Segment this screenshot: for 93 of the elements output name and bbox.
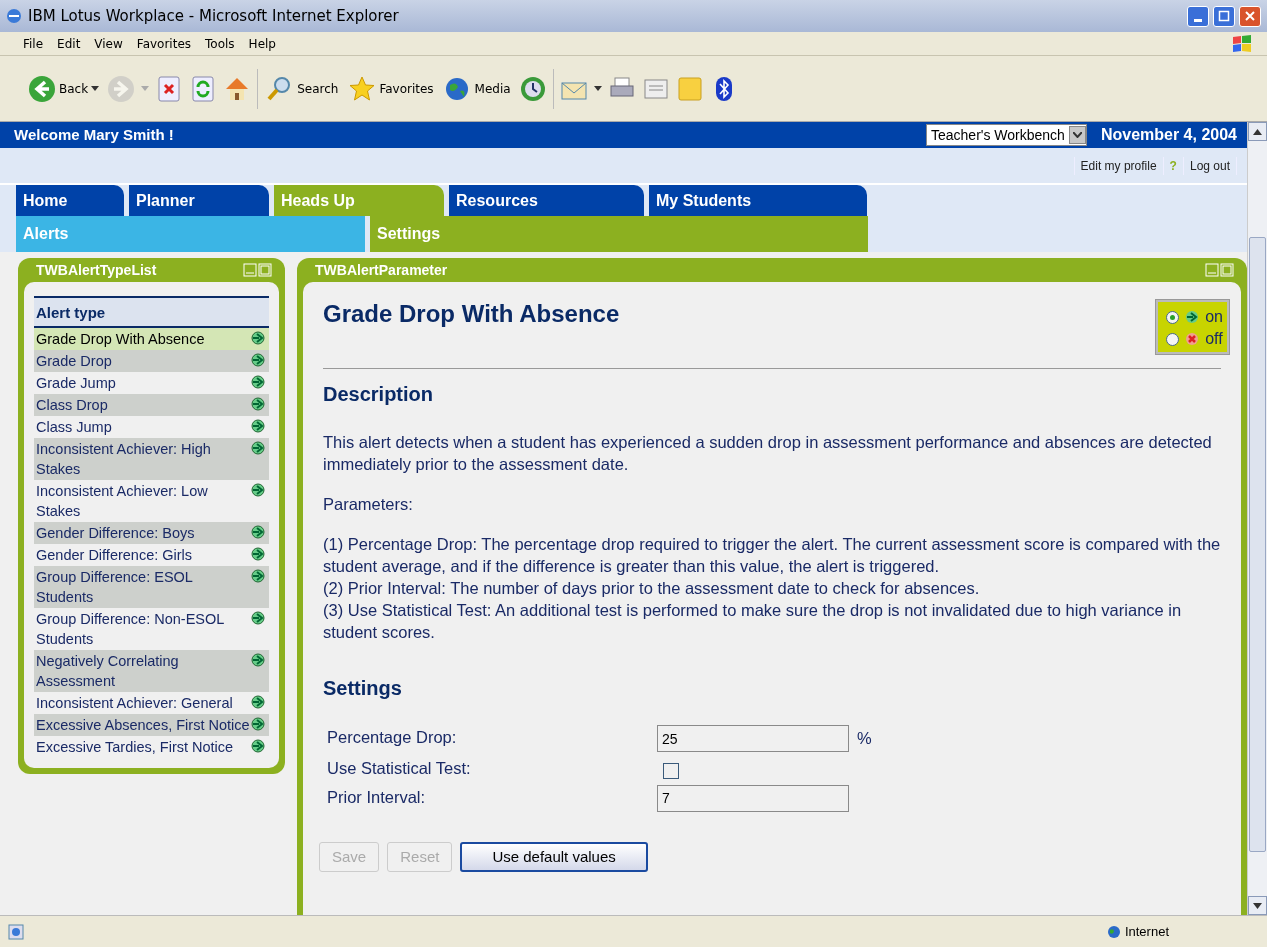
menu-item[interactable]: View	[89, 34, 128, 53]
favorites-button[interactable]: Favorites	[346, 74, 436, 103]
arrow-icon	[251, 738, 265, 753]
nav-tab[interactable]: My Students	[649, 185, 867, 216]
nav-tab[interactable]: Resources	[449, 185, 644, 216]
arrow-icon	[251, 652, 265, 667]
menu-item[interactable]: Edit	[52, 34, 86, 53]
menu-item[interactable]: Favorites	[131, 34, 197, 53]
arrow-icon	[251, 352, 265, 367]
field-label: Percentage Drop:	[327, 727, 458, 748]
security-zone: Internet	[1124, 922, 1169, 941]
menu-item[interactable]: Tools	[200, 34, 240, 53]
minimize-icon	[1194, 18, 1202, 22]
alert-type-item[interactable]: Gender Difference: Boys	[34, 521, 269, 544]
description-text: Parameters:	[323, 494, 414, 515]
workbench-select[interactable]: Teacher's Workbench	[926, 124, 1087, 146]
arrow-icon	[251, 694, 265, 709]
arrow-icon	[251, 524, 265, 539]
switch-option[interactable]: off	[1166, 328, 1223, 350]
alert-type-item[interactable]: Inconsistent Achiever: General	[34, 691, 269, 714]
nav-tab[interactable]: Home	[16, 185, 124, 216]
arrow-icon	[251, 546, 265, 561]
alert-type-item[interactable]: Excessive Absences, First Notice	[34, 713, 269, 736]
form-button[interactable]: Use default values	[460, 841, 648, 873]
section-heading: Description	[323, 382, 435, 407]
scroll-down-icon[interactable]	[1253, 902, 1262, 909]
description-text: This alert detects when a student has experienced a sudden drop in assessment performance and absences are detected immediately prior to the assessment date.	[323, 432, 1213, 475]
arrow-icon	[251, 482, 265, 497]
scroll-up-icon[interactable]	[1253, 128, 1262, 135]
minimize-button[interactable]	[1187, 5, 1209, 27]
back-button[interactable]: Back	[26, 74, 102, 103]
scrollbar[interactable]	[1247, 122, 1267, 915]
close-icon	[1244, 10, 1256, 22]
header-link[interactable]: Log out	[1182, 156, 1237, 175]
parameter-description: (3) Use Statistical Test: An additional test is performed to make sure the drop is not invalidated due to high variance in student scores.	[323, 600, 1183, 643]
close-button[interactable]	[1239, 5, 1261, 27]
alert-type-item[interactable]: Class Jump	[34, 415, 269, 438]
alert-type-item[interactable]: Gender Difference: Girls	[34, 543, 269, 566]
alert-type-item[interactable]: Negatively Correlating Assessment	[34, 649, 269, 692]
radio-button[interactable]	[1166, 332, 1180, 346]
star-icon	[348, 74, 377, 103]
arrow-icon	[251, 374, 265, 389]
input-field[interactable]: 25	[657, 725, 849, 752]
parameter-description: (2) Prior Interval: The number of days prior to the assessment date to check for absences.	[323, 578, 981, 599]
arrow-icon	[251, 396, 265, 411]
alert-type-item[interactable]: Group Difference: Non-ESOL Students	[34, 607, 269, 650]
alert-type-item[interactable]: Class Drop	[34, 393, 269, 416]
alert-type-item[interactable]: Group Difference: ESOL Students	[34, 565, 269, 608]
arrow-icon	[251, 440, 265, 455]
clock-icon[interactable]	[518, 74, 547, 103]
caret-icon	[1072, 132, 1082, 138]
arrow-icon	[251, 418, 265, 433]
alert-type-item[interactable]: Grade Jump	[34, 371, 269, 394]
input-field[interactable]: 7	[657, 784, 849, 812]
window-title: IBM Lotus Workplace - Microsoft Internet Explorer	[28, 5, 400, 27]
alert-type-item[interactable]: Grade Drop With Absence	[34, 327, 269, 350]
arrow-icon	[251, 716, 265, 731]
alert-type-item[interactable]: Inconsistent Achiever: Low Stakes	[34, 479, 269, 522]
header-link[interactable]: Edit my profile	[1073, 156, 1164, 175]
menu-item[interactable]: Help	[243, 34, 281, 53]
alert-type-item[interactable]: Excessive Tardies, First Notice	[34, 735, 269, 758]
field-label: Prior Interval:	[327, 786, 427, 808]
page-icon	[8, 923, 24, 940]
alert-title: Grade Drop With Absence	[323, 300, 620, 329]
media-button[interactable]: Media	[441, 74, 513, 103]
arrow-icon	[251, 610, 265, 625]
windows-logo-icon	[1231, 33, 1253, 54]
unit-label: %	[857, 728, 872, 750]
browser-icon	[6, 8, 22, 24]
radio-button[interactable]	[1166, 310, 1180, 324]
section-heading: Settings	[323, 676, 403, 701]
nav-tab[interactable]: Planner	[129, 185, 269, 216]
search-button[interactable]: Search	[264, 74, 341, 103]
column-header: Alert type	[34, 296, 269, 328]
maximize-button[interactable]	[1213, 5, 1235, 27]
arrow-icon	[251, 568, 265, 583]
checkbox[interactable]	[663, 762, 679, 779]
caret-icon[interactable]	[593, 85, 602, 92]
portlet-title: TWBAlertParameter	[315, 260, 448, 280]
welcome-message: Welcome Mary Smith !	[14, 124, 175, 145]
globe-icon	[1106, 924, 1121, 939]
portlet-title: TWBAlertTypeList	[36, 260, 157, 280]
alert-type-item[interactable]: Inconsistent Achiever: High Stakes	[34, 437, 269, 480]
maximize-icon	[1218, 10, 1230, 22]
menu-item[interactable]: File	[18, 34, 49, 53]
date-label: November 4, 2004	[1099, 125, 1238, 145]
x-icon	[1185, 332, 1200, 346]
field-label: Use Statistical Test:	[327, 758, 472, 779]
arrow-icon	[251, 330, 265, 345]
alert-type-item[interactable]: Grade Drop	[34, 349, 269, 372]
parameter-description: (1) Percentage Drop: The percentage drop required to trigger the alert. The current assessment score is compared with the student average, and if the difference is greater than this value, the alert is triggered.	[323, 534, 1221, 577]
switch-option[interactable]: on	[1166, 306, 1223, 328]
arrow-icon	[1185, 310, 1200, 324]
